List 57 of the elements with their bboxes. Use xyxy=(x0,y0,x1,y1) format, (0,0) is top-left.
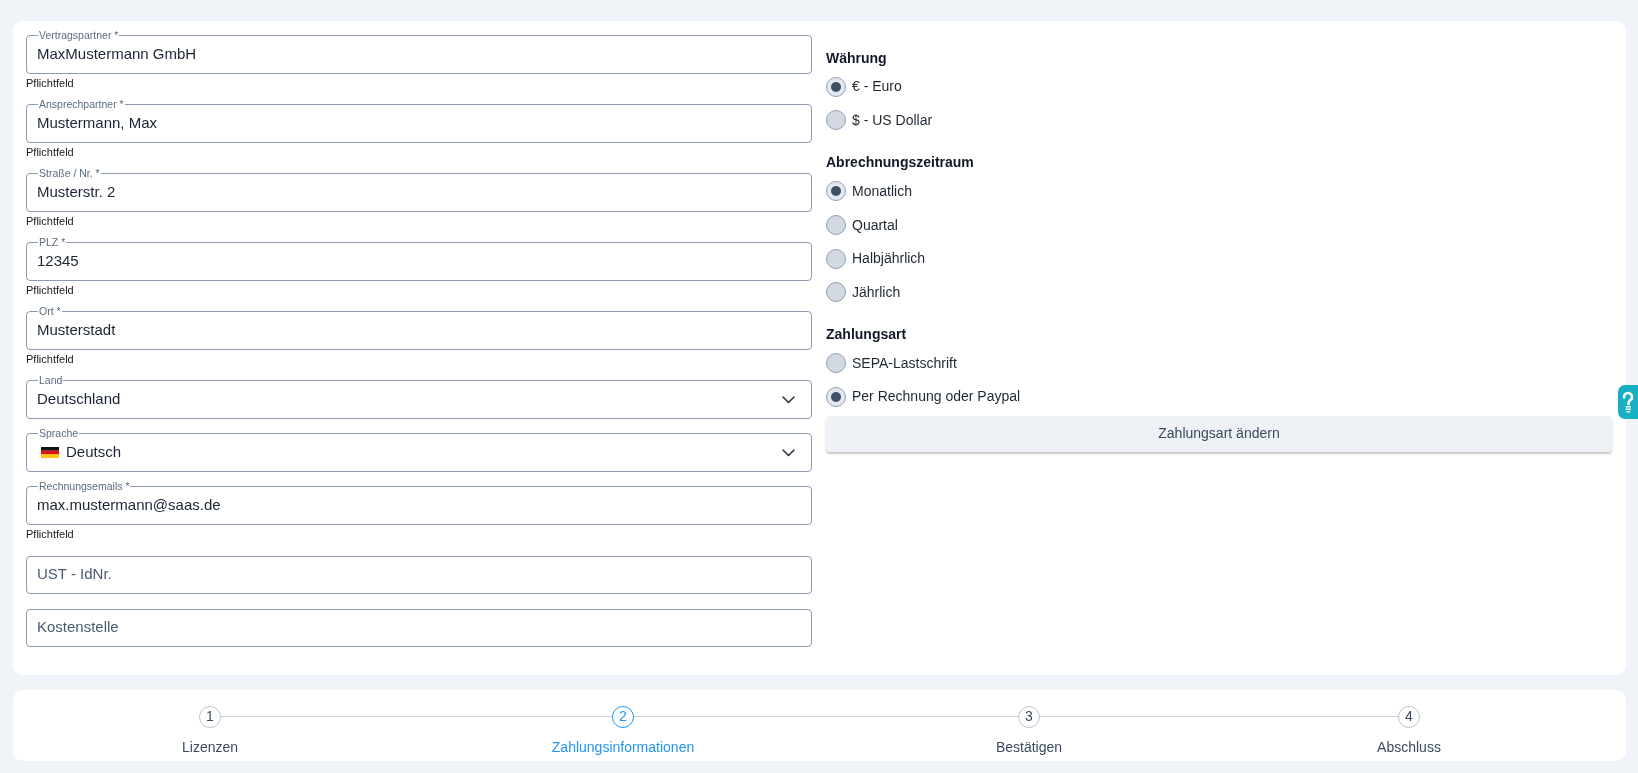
radio-button[interactable] xyxy=(826,282,846,303)
helper-text: Pflichtfeld xyxy=(26,214,75,228)
field-label: Rechnungsemails * xyxy=(38,481,131,492)
radio-button[interactable] xyxy=(826,215,846,236)
radio-button[interactable] xyxy=(826,248,846,269)
radio-label[interactable]: Monatlich xyxy=(852,181,912,202)
radio-button[interactable] xyxy=(826,110,846,131)
section-heading: Währung xyxy=(826,48,888,68)
flag-icon xyxy=(41,447,59,458)
step-number: 2 xyxy=(612,705,634,728)
select-field[interactable]: Land Deutschland xyxy=(26,375,812,419)
text-field[interactable]: Kostenstelle xyxy=(26,608,812,647)
step-label: Zahlungsinformationen xyxy=(551,737,695,757)
radio-label[interactable]: Jährlich xyxy=(852,281,901,303)
radio-label[interactable]: $ - US Dollar xyxy=(852,109,933,131)
radio-label[interactable]: SEPA-Lastschrift xyxy=(852,352,957,374)
field-label: Ansprechpartner * xyxy=(38,99,125,110)
helper-text: Pflichtfeld xyxy=(26,352,75,366)
change-payment-button[interactable]: Zahlungsart ändern xyxy=(826,415,1612,452)
radio-button[interactable] xyxy=(826,76,846,97)
radio-button[interactable] xyxy=(826,353,846,374)
text-field[interactable]: Vertragspartner * MaxMustermann GmbH xyxy=(26,30,812,74)
text-field[interactable]: Ansprechpartner * Mustermann, Max xyxy=(26,99,812,143)
radio-button[interactable] xyxy=(826,181,846,202)
radio-label[interactable]: Per Rechnung oder Paypal xyxy=(852,386,1021,408)
text-field[interactable]: Straße / Nr. * Musterstr. 2 xyxy=(26,168,812,212)
step-label: Bestätigen xyxy=(995,737,1063,757)
text-field[interactable]: Rechnungsemails * max.mustermann@saas.de xyxy=(26,481,812,525)
text-field[interactable]: Ort * Musterstadt xyxy=(26,306,812,350)
help-icon xyxy=(1622,391,1634,413)
select-field[interactable]: Sprache Deutsch xyxy=(26,428,812,472)
step-number: 1 xyxy=(199,705,221,728)
field-label: Land xyxy=(38,375,64,386)
helper-text: Pflichtfeld xyxy=(26,76,75,90)
field-label: Sprache xyxy=(38,428,80,439)
field-label: Straße / Nr. * xyxy=(38,168,101,179)
radio-button[interactable] xyxy=(826,386,846,407)
radio-label[interactable]: € - Euro xyxy=(852,76,902,98)
field-label: Ort * xyxy=(38,306,62,317)
help-button[interactable] xyxy=(1618,385,1638,419)
helper-text: Pflichtfeld xyxy=(26,527,75,541)
step-label: Abschluss xyxy=(1377,737,1441,757)
radio-label[interactable]: Quartal xyxy=(852,214,898,236)
radio-label[interactable]: Halbjährlich xyxy=(852,248,926,270)
text-field[interactable]: PLZ * 12345 xyxy=(26,237,812,281)
step-number: 4 xyxy=(1398,705,1420,728)
helper-text: Pflichtfeld xyxy=(26,145,75,159)
section-heading: Abrechnungszeitraum xyxy=(826,153,975,173)
chevron-down-icon xyxy=(782,448,795,457)
helper-text: Pflichtfeld xyxy=(26,283,75,297)
section-heading: Zahlungsart xyxy=(826,325,908,345)
field-label: PLZ * xyxy=(38,237,67,248)
field-label: Vertragspartner * xyxy=(38,30,120,41)
step-number: 3 xyxy=(1018,705,1040,728)
step-label: Lizenzen xyxy=(182,737,239,757)
text-field[interactable]: UST - IdNr. xyxy=(26,555,812,594)
chevron-down-icon xyxy=(782,395,795,404)
